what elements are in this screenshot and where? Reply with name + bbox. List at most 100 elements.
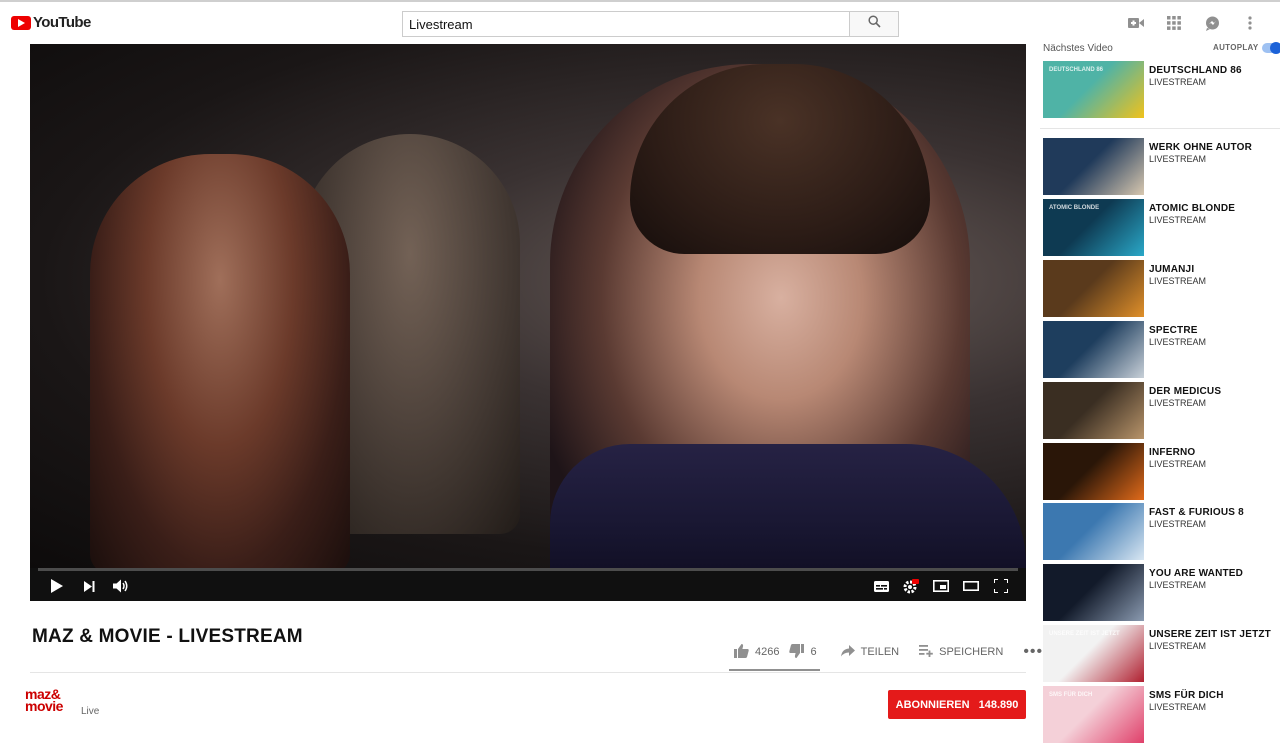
playlist-add-icon — [919, 644, 933, 660]
recommendation-channel: LIVESTREAM — [1149, 580, 1207, 590]
messages-icon[interactable] — [1204, 15, 1220, 31]
recommendation-channel: LIVESTREAM — [1149, 154, 1207, 164]
recommendation-channel: LIVESTREAM — [1149, 641, 1207, 651]
search-bar — [402, 11, 899, 37]
recommendation-meta: SMS FÜR DICH LIVESTREAM — [1149, 690, 1224, 743]
recommendation-item[interactable]: DEUTSCHLAND 86 DEUTSCHLAND 86 LIVESTREAM — [1043, 61, 1278, 118]
subtitles-icon[interactable] — [872, 577, 890, 595]
search-input[interactable] — [402, 11, 849, 37]
recommendation-title[interactable]: ATOMIC BLONDE — [1149, 203, 1235, 214]
player-controls — [30, 571, 1026, 601]
dislike-count: 6 — [810, 646, 817, 658]
recommendation-item[interactable]: INFERNO LIVESTREAM — [1043, 443, 1278, 500]
search-icon — [867, 15, 881, 33]
video-player[interactable] — [30, 44, 1026, 601]
thumb-down-icon — [789, 643, 805, 661]
logo-text: YouTube — [33, 14, 91, 31]
share-icon — [840, 644, 855, 660]
more-vert-icon[interactable] — [1242, 15, 1258, 31]
video-thumbnail[interactable]: SMS FÜR DICH — [1043, 686, 1144, 743]
recommendation-item[interactable]: SPECTRE LIVESTREAM — [1043, 321, 1278, 378]
recommendation-title[interactable]: SPECTRE — [1149, 325, 1206, 336]
play-icon[interactable] — [48, 577, 66, 595]
video-thumbnail[interactable] — [1043, 321, 1144, 378]
recommendation-channel: LIVESTREAM — [1149, 337, 1207, 347]
recommendation-title[interactable]: UNSERE ZEIT IST JETZT — [1149, 629, 1271, 640]
video-title: MAZ & MOVIE - LIVESTREAM — [32, 626, 303, 647]
next-icon[interactable] — [80, 577, 98, 595]
channel-logo: maz& movie — [25, 687, 63, 714]
sentiment-bar-fill — [729, 669, 820, 671]
thumbnail-text: UNSERE ZEIT IST JETZT — [1049, 631, 1120, 637]
recommendation-channel: LIVESTREAM — [1149, 398, 1207, 408]
youtube-logo-icon — [11, 15, 31, 30]
recommendation-title[interactable]: DER MEDICUS — [1149, 386, 1221, 397]
recommendation-title[interactable]: INFERNO — [1149, 447, 1206, 458]
settings-icon[interactable] — [902, 577, 920, 595]
miniplayer-icon[interactable] — [932, 577, 950, 595]
recommendation-item[interactable]: UNSERE ZEIT IST JETZT UNSERE ZEIT IST JET… — [1043, 625, 1278, 682]
recommendation-item[interactable]: WERK OHNE AUTOR LIVESTREAM — [1043, 138, 1278, 195]
video-camera-icon[interactable] — [1128, 15, 1144, 31]
recommendation-item[interactable]: YOU ARE WANTED LIVESTREAM — [1043, 564, 1278, 621]
youtube-logo[interactable]: YouTube — [11, 14, 91, 31]
like-button[interactable]: 4266 — [734, 643, 780, 661]
video-thumbnail[interactable] — [1043, 382, 1144, 439]
recommendation-title[interactable]: WERK OHNE AUTOR — [1149, 142, 1252, 153]
recommendation-meta: INFERNO LIVESTREAM — [1149, 447, 1206, 500]
recommendation-item[interactable]: JUMANJI LIVESTREAM — [1043, 260, 1278, 317]
recommendation-title[interactable]: SMS FÜR DICH — [1149, 690, 1224, 701]
recommendation-title[interactable]: YOU ARE WANTED — [1149, 568, 1243, 579]
video-thumbnail[interactable] — [1043, 138, 1144, 195]
thumbnail-text: ATOMIC BLONDE — [1049, 205, 1100, 211]
recommendation-meta: YOU ARE WANTED LIVESTREAM — [1149, 568, 1243, 621]
theater-icon[interactable] — [962, 577, 980, 595]
video-thumbnail[interactable]: DEUTSCHLAND 86 — [1043, 61, 1144, 118]
like-count: 4266 — [755, 646, 780, 658]
recommendation-channel: LIVESTREAM — [1149, 519, 1207, 529]
thumbnail-text: SMS FÜR DICH — [1049, 692, 1093, 698]
recommendation-item[interactable]: SMS FÜR DICH SMS FÜR DICH LIVESTREAM — [1043, 686, 1278, 743]
recommendation-channel: LIVESTREAM — [1149, 77, 1207, 87]
sidebar: Nächstes Video AUTOPLAY DEUTSCHLAND 86 DE… — [1040, 40, 1280, 743]
subscriber-count: 148.890 — [978, 698, 1019, 711]
channel-avatar[interactable]: maz& movie — [25, 687, 63, 714]
fullscreen-icon[interactable] — [992, 577, 1010, 595]
autoplay-toggle[interactable] — [1262, 42, 1280, 54]
video-thumbnail[interactable]: UNSERE ZEIT IST JETZT — [1043, 625, 1144, 682]
recommendation-title[interactable]: FAST & FURIOUS 8 — [1149, 507, 1244, 518]
volume-icon[interactable] — [112, 577, 130, 595]
video-thumbnail[interactable] — [1043, 503, 1144, 560]
recommendation-meta: JUMANJI LIVESTREAM — [1149, 264, 1206, 317]
video-scene-dress — [550, 444, 1026, 568]
masthead: YouTube — [0, 0, 1280, 44]
recommendation-item[interactable]: FAST & FURIOUS 8 LIVESTREAM — [1043, 503, 1278, 560]
share-label: TEILEN — [860, 646, 900, 658]
video-thumbnail[interactable]: ATOMIC BLONDE — [1043, 199, 1144, 256]
recommendation-meta: UNSERE ZEIT IST JETZT LIVESTREAM — [1149, 629, 1271, 682]
subscribe-button[interactable]: ABONNIEREN 148.890 — [888, 690, 1026, 719]
recommendation-item[interactable]: ATOMIC BLONDE ATOMIC BLONDE LIVESTREAM — [1043, 199, 1278, 256]
video-frame[interactable] — [30, 44, 1026, 568]
autoplay-label: AUTOPLAY — [1213, 43, 1259, 52]
save-button[interactable]: SPEICHERN — [919, 644, 1003, 660]
recommendation-title[interactable]: DEUTSCHLAND 86 — [1149, 65, 1242, 76]
video-thumbnail[interactable] — [1043, 564, 1144, 621]
recommendation-meta: SPECTRE LIVESTREAM — [1149, 325, 1206, 378]
dislike-button[interactable]: 6 — [789, 643, 817, 661]
recommendation-meta: WERK OHNE AUTOR LIVESTREAM — [1149, 142, 1252, 195]
video-thumbnail[interactable] — [1043, 443, 1144, 500]
apps-grid-icon[interactable] — [1166, 15, 1182, 31]
recommendation-item[interactable]: DER MEDICUS LIVESTREAM — [1043, 382, 1278, 439]
recommendation-meta: ATOMIC BLONDE LIVESTREAM — [1149, 203, 1235, 256]
video-actions: 4266 6 TEILEN SPEICHERN ••• — [734, 643, 1043, 661]
recommendation-title[interactable]: JUMANJI — [1149, 264, 1206, 275]
recommendation-channel: LIVESTREAM — [1149, 702, 1207, 712]
thumb-up-icon — [734, 643, 749, 661]
search-button[interactable] — [849, 11, 899, 37]
share-button[interactable]: TEILEN — [840, 644, 900, 660]
recommendation-channel: LIVESTREAM — [1149, 215, 1207, 225]
video-thumbnail[interactable] — [1043, 260, 1144, 317]
thumbnail-text: DEUTSCHLAND 86 — [1049, 67, 1104, 73]
channel-logo-line2: movie — [25, 698, 63, 714]
